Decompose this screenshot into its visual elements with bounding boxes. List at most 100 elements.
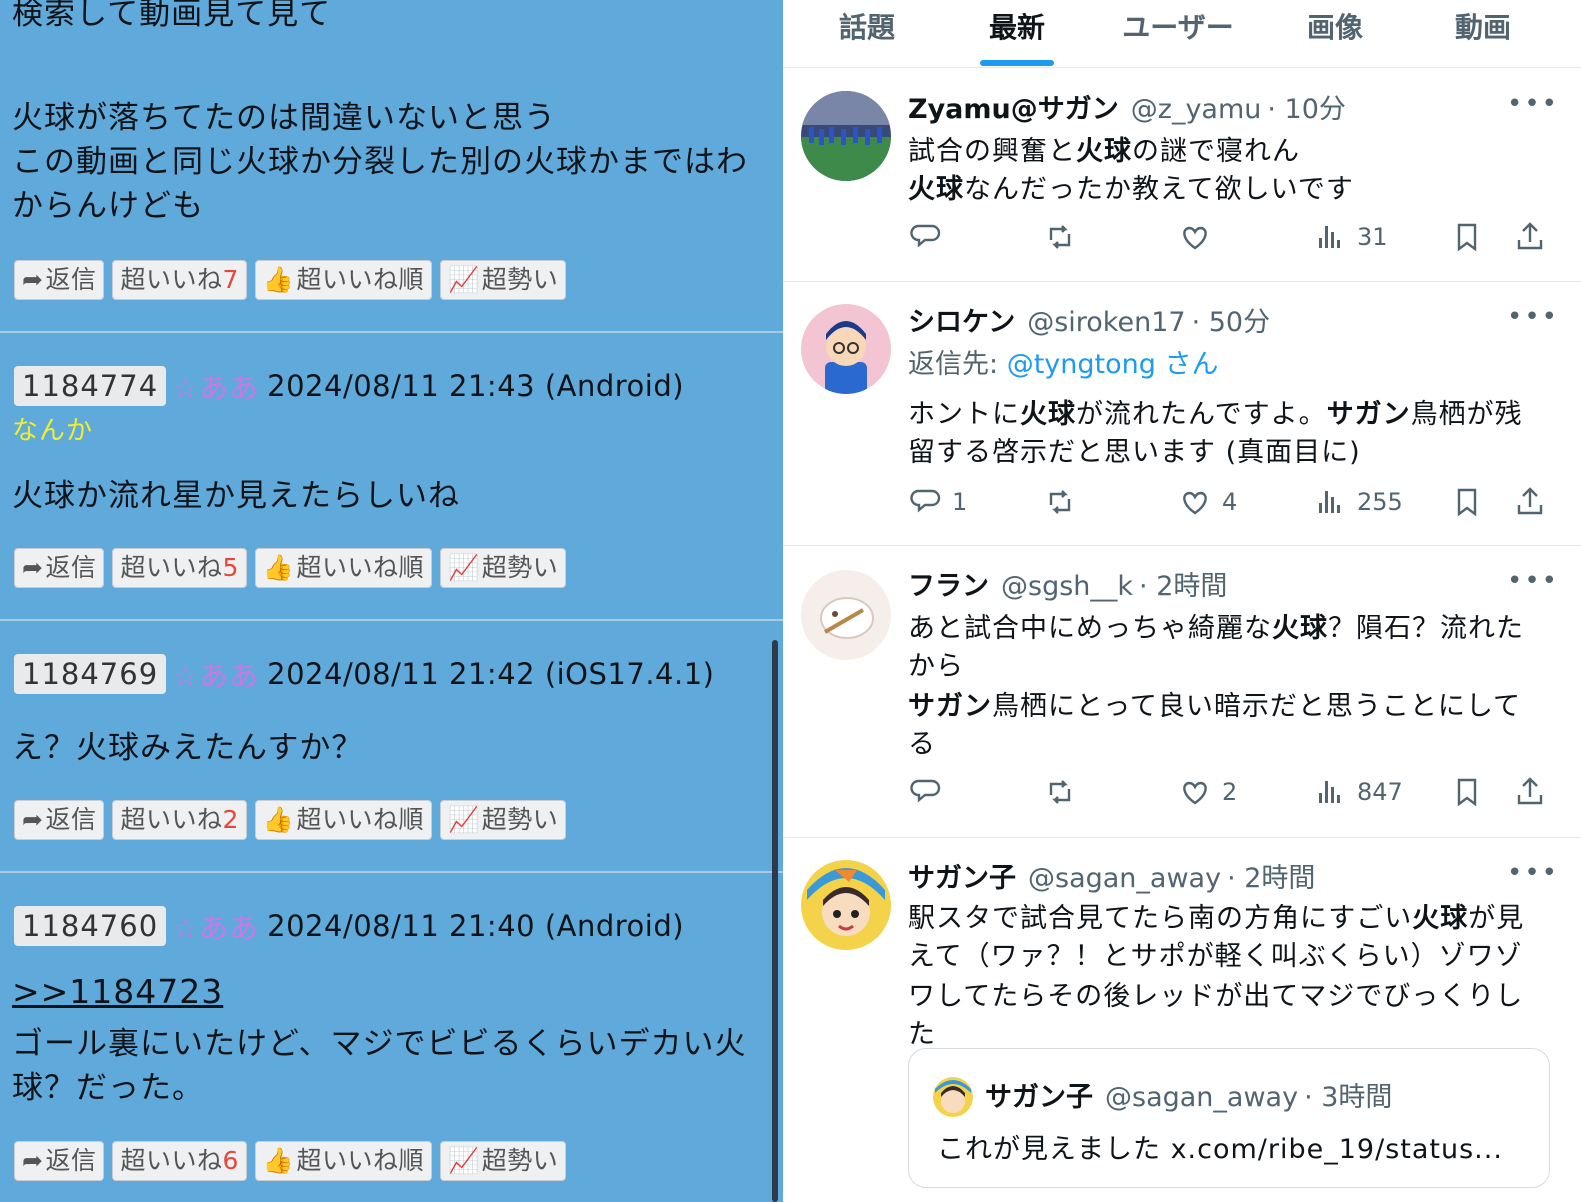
quoted-tweet[interactable]: サガン子 @sagan_away · 3時間 これが見えました x.com/ri… [908,1048,1550,1188]
tweet-text-segment: なんだったか教えて欲しいです [964,174,1354,205]
avatar[interactable] [801,860,891,950]
timestamp[interactable]: · 50分 [1192,300,1271,339]
trending-label: 超勢い [481,1146,559,1175]
share-action[interactable] [1513,217,1547,257]
reply-icon [910,224,941,248]
avatar[interactable] [801,304,891,394]
reply-action[interactable] [908,772,942,812]
more-options-icon[interactable]: ••• [1507,858,1559,888]
display-name[interactable]: シロケン [908,300,1015,339]
tab-trending[interactable]: 話題 [807,6,927,46]
super-like-order-button[interactable]: 👍 超いいね順 [254,1141,433,1181]
highlighted-keyword: 火球 [1076,136,1132,167]
share-action[interactable] [1513,482,1547,522]
tab-latest[interactable]: 最新 [957,6,1077,46]
reply-arrow-icon: ➦ [22,265,44,294]
thumbs-up-icon: 👍 [262,1146,295,1175]
bookmark-action[interactable] [1450,772,1484,812]
trending-button[interactable]: 📈 超勢い [440,1141,567,1181]
quoted-display-name: サガン子 [985,1082,1093,1113]
post-number[interactable]: 1184774 [14,366,167,406]
tab-videos[interactable]: 動画 [1423,6,1543,46]
display-name[interactable]: Zyamu@サガン [908,87,1119,126]
tweet[interactable]: シロケン @siroken17 · 50分 ••• 返信先: @tyngtong… [783,282,1581,546]
quoted-header: サガン子 @sagan_away · 3時間 [985,1075,1392,1114]
like-count: 2 [1222,778,1238,806]
share-icon [1517,222,1543,250]
retweet-action[interactable] [1043,772,1077,812]
tweet[interactable]: サガン子 @sagan_away · 2時間 ••• 駅スタで試合見てたら南の方… [783,838,1581,1202]
tweet-text-segment: 試合の興奮と [908,136,1076,167]
retweet-action[interactable] [1043,482,1077,522]
tweet-text-segment: た [908,1019,936,1050]
post-action-bar: ➦ 返信 超いいね 7 👍 超いいね順 📈 超勢い [14,260,567,300]
avatar[interactable] [801,91,891,181]
post-number[interactable]: 1184769 [14,654,167,694]
tweet-header: フラン @sgsh__k · 2時間 [908,564,1227,603]
views-count: 31 [1357,223,1388,251]
anchor-link[interactable]: >>1184723 [12,972,223,1011]
views-action[interactable]: 31 [1313,217,1388,257]
reply-action[interactable] [908,217,942,257]
super-like-button[interactable]: 超いいね 6 [112,1141,247,1181]
super-like-button[interactable]: 超いいね 2 [112,800,247,840]
super-like-button[interactable]: 超いいね 7 [112,260,247,300]
reply-button[interactable]: ➦ 返信 [14,260,105,300]
super-like-order-button[interactable]: 👍 超いいね順 [254,800,433,840]
reply-button[interactable]: ➦ 返信 [14,548,105,588]
like-action[interactable]: 4 [1178,482,1237,522]
super-like-order-label: 超いいね順 [296,1146,425,1175]
more-options-icon[interactable]: ••• [1507,302,1559,332]
super-like-order-label: 超いいね順 [296,265,425,294]
trending-button[interactable]: 📈 超勢い [440,260,567,300]
more-options-icon[interactable]: ••• [1507,566,1559,596]
tweet-text-segment: の謎で寝れん [1132,136,1300,167]
tweet[interactable]: フラン @sgsh__k · 2時間 ••• あと試合中にめっちゃ綺麗な火球？隕… [783,546,1581,838]
bookmark-action[interactable] [1450,217,1484,257]
scrollbar[interactable] [772,640,778,1202]
like-action[interactable] [1178,217,1212,257]
views-icon [1319,226,1340,248]
reply-action[interactable]: 1 [908,482,967,522]
handle[interactable]: @siroken17 [1027,307,1185,338]
views-action[interactable]: 255 [1313,482,1403,522]
reply-to-mention[interactable]: @tyngtong さん [1007,349,1219,380]
timestamp[interactable]: · 10分 [1267,87,1346,126]
post-date: 2024/08/11 21:42 (iOS17.4.1) [267,657,715,691]
views-action[interactable]: 847 [1313,772,1403,812]
reply-button[interactable]: ➦ 返信 [14,1141,105,1181]
reply-button[interactable]: ➦ 返信 [14,800,105,840]
bookmark-action[interactable] [1450,482,1484,522]
display-name[interactable]: サガン子 [908,856,1016,895]
share-action[interactable] [1513,772,1547,812]
tab-users[interactable]: ユーザー [1103,6,1253,46]
tab-images[interactable]: 画像 [1275,6,1395,46]
display-name[interactable]: フラン [908,564,989,603]
more-options-icon[interactable]: ••• [1507,89,1559,119]
avatar[interactable] [801,570,891,660]
post-date: 2024/08/11 21:40 (Android) [267,909,685,943]
chart-up-icon: 📈 [448,1146,480,1175]
super-like-order-button[interactable]: 👍 超いいね順 [254,260,433,300]
tweet-text-segment: ワしてたらその後レッドが出てマジでびっくりし [908,981,1524,1012]
post-tag: なんか [12,416,94,446]
chart-up-icon: 📈 [448,265,480,294]
handle[interactable]: @sgsh__k [1001,571,1133,602]
super-like-count: 7 [222,265,239,294]
retweet-action[interactable] [1043,217,1077,257]
handle[interactable]: @sagan_away [1028,863,1221,894]
tweet[interactable]: Zyamu@サガン @z_yamu · 10分 ••• 試合の興奮と火球の謎で寝… [783,69,1581,282]
like-count: 4 [1222,488,1238,516]
trending-button[interactable]: 📈 超勢い [440,548,567,588]
timestamp[interactable]: · 2時間 [1139,564,1227,603]
handle[interactable]: @z_yamu [1131,94,1262,125]
post-number[interactable]: 1184760 [14,906,167,946]
super-like-order-button[interactable]: 👍 超いいね順 [254,548,433,588]
trending-button[interactable]: 📈 超勢い [440,800,567,840]
like-action[interactable]: 2 [1178,772,1237,812]
timestamp[interactable]: · 2時間 [1227,856,1315,895]
super-like-order-label: 超いいね順 [296,553,425,582]
post-header: 1184774 ☆ああ 2024/08/11 21:43 (Android) [14,366,684,406]
super-like-label: 超いいね [120,553,223,582]
super-like-button[interactable]: 超いいね 5 [112,548,247,588]
